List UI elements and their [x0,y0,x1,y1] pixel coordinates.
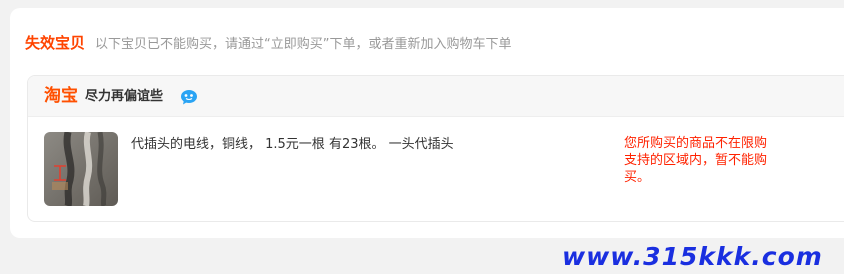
watermark-text: www.315kkk.com [562,242,823,271]
section-header: 失效宝贝 以下宝贝已不能购买，请通过“立即购买”下单，或者重新加入购物车下单 [25,32,512,54]
wangwang-chat-icon[interactable] [180,89,198,105]
platform-label: 淘宝 [44,86,78,106]
item-thumbnail[interactable] [44,132,118,206]
item-status-message: 您所购买的商品不在限购支持的区域内，暂不能购买。 [624,136,768,185]
invalid-items-panel: 失效宝贝 以下宝贝已不能购买，请通过“立即购买”下单，或者重新加入购物车下单 淘宝… [10,8,844,238]
shop-header: 淘宝 尽力再偏谊些 [28,76,844,117]
section-title: 失效宝贝 [25,34,86,52]
section-note: 以下宝贝已不能购买，请通过“立即购买”下单，或者重新加入购物车下单 [95,37,512,52]
item-title[interactable]: 代插头的电线，铜线， 1.5元一根 有23根。 一头代插头 [131,136,454,154]
shop-card: 淘宝 尽力再偏谊些 代插头的电线，铜线， 1.5元一根 有23根。 一头代插头 … [27,75,844,222]
item-row: 代插头的电线，铜线， 1.5元一根 有23根。 一头代插头 您所购买的商品不在限… [28,117,844,221]
shop-name-link[interactable]: 尽力再偏谊些 [85,88,163,106]
